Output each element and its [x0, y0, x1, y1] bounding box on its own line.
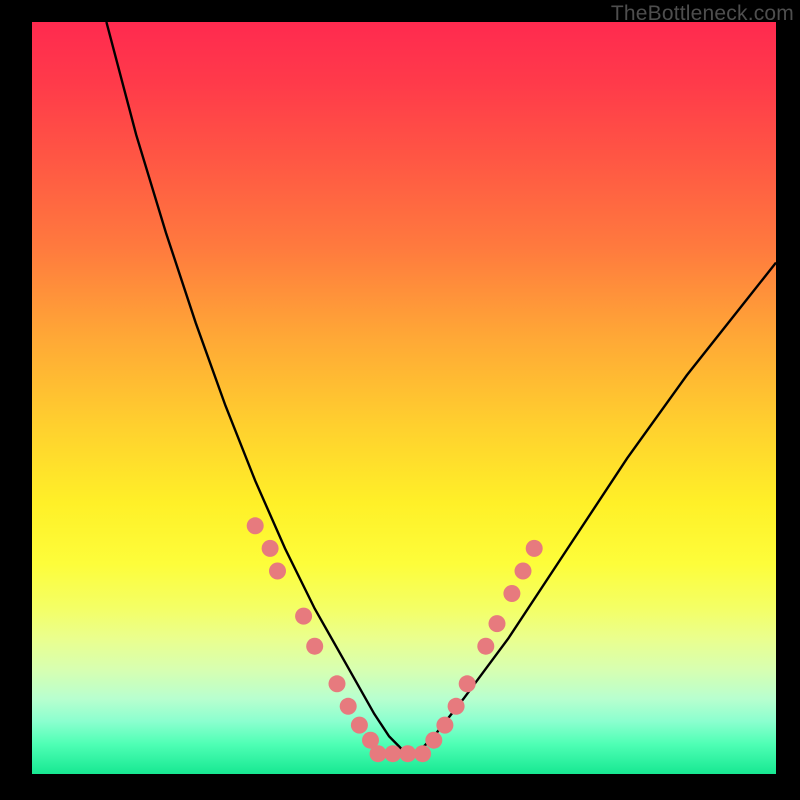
data-marker [503, 585, 520, 602]
data-marker [477, 638, 494, 655]
data-marker [448, 698, 465, 715]
data-marker [425, 732, 442, 749]
marker-group [247, 517, 543, 762]
bottleneck-curve [106, 22, 776, 751]
data-marker [384, 745, 401, 762]
data-marker [370, 745, 387, 762]
data-marker [295, 608, 312, 625]
data-marker [436, 717, 453, 734]
data-marker [329, 675, 346, 692]
data-marker [399, 745, 416, 762]
data-marker [489, 615, 506, 632]
data-marker [262, 540, 279, 557]
watermark-text: TheBottleneck.com [611, 2, 794, 26]
data-marker [515, 563, 532, 580]
data-marker [526, 540, 543, 557]
data-marker [459, 675, 476, 692]
data-marker [306, 638, 323, 655]
data-marker [351, 717, 368, 734]
plot-area [32, 22, 776, 774]
data-marker [414, 745, 431, 762]
curve-svg [32, 22, 776, 774]
data-marker [340, 698, 357, 715]
data-marker [269, 563, 286, 580]
data-marker [247, 517, 264, 534]
chart-canvas: TheBottleneck.com [0, 0, 800, 800]
